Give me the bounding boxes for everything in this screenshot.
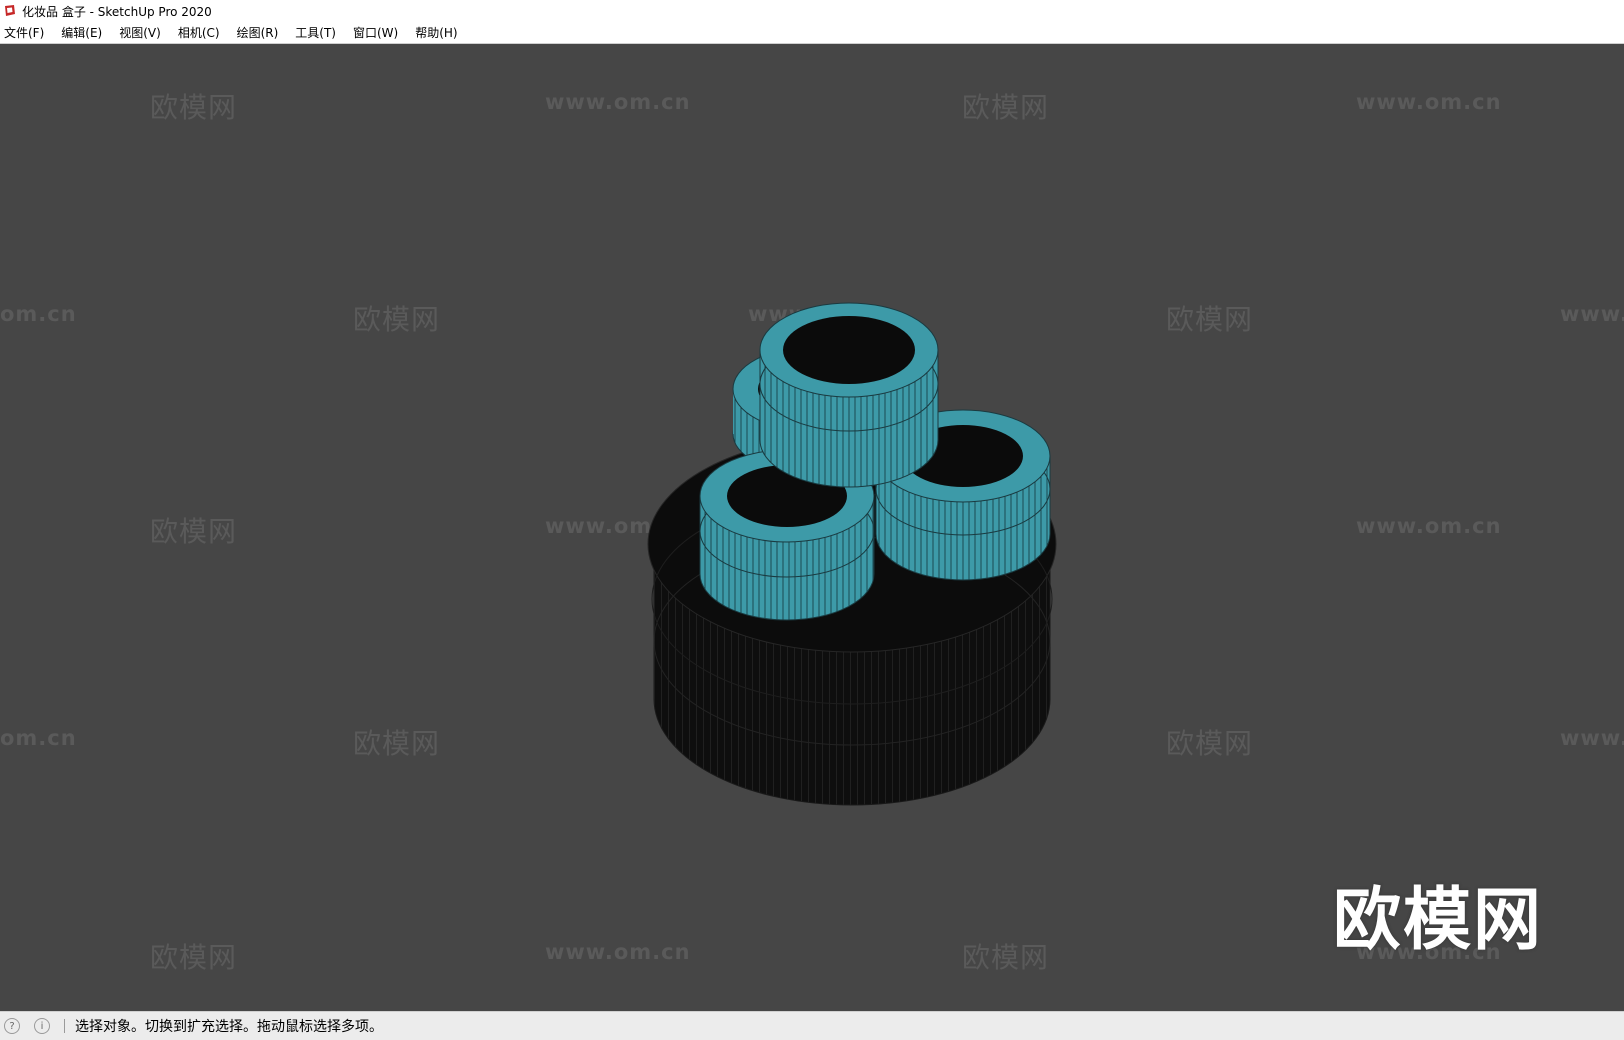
menu-bar: 文件(F) 编辑(E) 视图(V) 相机(C) 绘图(R) 工具(T) 窗口(W… (0, 22, 1624, 44)
status-divider (64, 1019, 65, 1033)
menu-edit[interactable]: 编辑(E) (57, 23, 109, 43)
menu-camera[interactable]: 相机(C) (174, 23, 227, 43)
menu-window[interactable]: 窗口(W) (349, 23, 405, 43)
menu-help[interactable]: 帮助(H) (411, 23, 464, 43)
sketchup-logo-icon (5, 5, 15, 16)
info-icon[interactable]: i (34, 1018, 50, 1034)
menu-draw[interactable]: 绘图(R) (233, 23, 286, 43)
window-title: 化妆品 盒子 - SketchUp Pro 2020 (22, 4, 212, 19)
jar-top (759, 302, 939, 488)
status-bar: ? i 选择对象。切换到扩充选择。拖动鼠标选择多项。 (0, 1011, 1624, 1040)
menu-view[interactable]: 视图(V) (115, 23, 168, 43)
status-message: 选择对象。切换到扩充选择。拖动鼠标选择多项。 (75, 1019, 383, 1035)
geo-location-icon[interactable]: ? (4, 1018, 20, 1034)
menu-file[interactable]: 文件(F) (0, 23, 51, 43)
model-viewport[interactable]: 欧模网 www.om.cn 欧模网 www.om.cn om.cn 欧模网 ww… (0, 44, 1624, 1011)
title-bar: 化妆品 盒子 - SketchUp Pro 2020 (0, 0, 1624, 22)
menu-tools[interactable]: 工具(T) (291, 23, 343, 43)
watermark-logo-large: 欧模网 (1333, 881, 1544, 960)
